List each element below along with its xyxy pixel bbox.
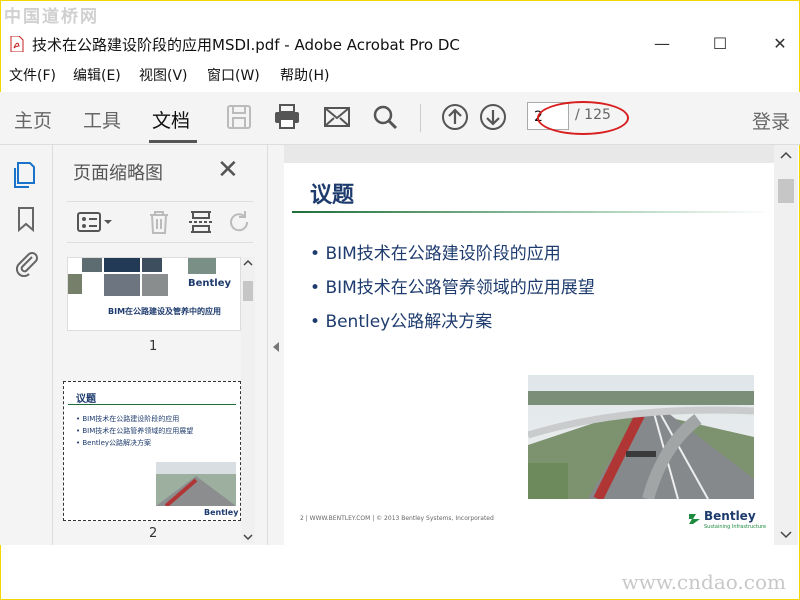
scroll-up-icon[interactable]	[243, 259, 253, 267]
tab-tools[interactable]: 工具	[83, 106, 121, 133]
thumbnail-panel: 页面缩略图 ✕ Bentley BIM在公路建设及管养中的应用 1 议题 • B…	[53, 145, 268, 545]
page-thumbnails-icon[interactable]	[12, 161, 40, 189]
document-scrollbar[interactable]	[774, 145, 798, 545]
highway-photo	[528, 375, 754, 499]
save-icon[interactable]	[224, 102, 254, 132]
bullet-item-3: • Bentley公路解决方案	[310, 312, 493, 332]
thumbnail-page-1-image	[68, 258, 240, 330]
tab-home[interactable]: 主页	[14, 106, 52, 133]
watermark-bottom: www.cndao.com	[621, 570, 786, 594]
menu-window[interactable]: 窗口(W)	[207, 65, 260, 85]
thumbnail-scroll-thumb[interactable]	[243, 281, 253, 301]
document-scroll-thumb[interactable]	[778, 179, 794, 203]
close-window-button[interactable]: ✕	[766, 32, 794, 56]
menu-bar: 文件(F) 编辑(E) 视图(V) 窗口(W) 帮助(H)	[0, 62, 800, 86]
bookmark-icon[interactable]	[12, 205, 40, 233]
scroll-down-icon[interactable]	[243, 533, 253, 541]
mail-icon[interactable]	[322, 102, 352, 132]
document-view: 议题 • BIM技术在公路建设阶段的应用 • BIM技术在公路管养领域的应用展望…	[284, 145, 774, 545]
login-button[interactable]: 登录	[752, 107, 790, 134]
menu-view[interactable]: 视图(V)	[139, 65, 188, 85]
window-title: 技术在公路建设阶段的应用MSDI.pdf - Adobe Acrobat Pro…	[32, 36, 460, 54]
menu-edit[interactable]: 编辑(E)	[73, 65, 121, 85]
search-icon[interactable]	[370, 102, 400, 132]
bentley-tagline: Sustaining Infrastructure	[704, 524, 767, 530]
page-down-icon[interactable]	[478, 102, 508, 132]
maximize-button[interactable]: ☐	[706, 32, 734, 56]
panel-collapse-handle[interactable]	[268, 145, 284, 545]
thumbnail-1-number: 1	[149, 339, 158, 354]
heading-rule	[292, 211, 772, 213]
rotate-page-icon[interactable]	[225, 208, 253, 236]
doc-scroll-down-icon[interactable]	[780, 531, 792, 539]
main-toolbar: 主页 工具 文档 2 / 125 登录	[0, 92, 800, 145]
thumbnail-2-heading: 议题	[76, 394, 96, 405]
thumbnail-options-icon[interactable]	[75, 208, 115, 236]
bentley-brand: Bentley	[704, 509, 756, 523]
attachment-icon[interactable]	[12, 249, 40, 277]
close-panel-button[interactable]: ✕	[217, 155, 239, 185]
document-page: 议题 • BIM技术在公路建设阶段的应用 • BIM技术在公路管养领域的应用展望…	[284, 163, 774, 545]
thumbnail-page-2[interactable]: 议题 • BIM技术在公路建设阶段的应用 • BIM技术在公路管养领域的应用展望…	[63, 381, 241, 521]
page-up-icon[interactable]	[440, 102, 470, 132]
toolbar-divider	[420, 104, 421, 132]
thumbnail-1-caption: BIM在公路建设及管养中的应用	[108, 307, 222, 316]
thumbnail-panel-title: 页面缩略图	[73, 163, 163, 184]
thumbnail-2-road-image	[156, 462, 236, 506]
collapse-arrow-icon[interactable]	[271, 341, 281, 353]
menu-help[interactable]: 帮助(H)	[280, 65, 329, 85]
watermark-top: 中国道桥网	[4, 7, 99, 27]
print-icon[interactable]	[272, 102, 302, 132]
page-count-highlight	[537, 101, 629, 135]
page-heading: 议题	[310, 183, 355, 208]
tab-document[interactable]: 文档	[152, 106, 190, 133]
navigation-rail	[0, 145, 53, 545]
bullet-item-2: • BIM技术在公路管养领域的应用展望	[310, 278, 595, 298]
thumbnail-2-bullet-3: • Bentley公路解决方案	[76, 439, 152, 447]
minimize-button[interactable]: —	[648, 32, 676, 56]
thumbnail-1-brand: Bentley	[188, 278, 232, 289]
thumbnail-2-bullet-1: • BIM技术在公路建设阶段的应用	[76, 415, 180, 423]
doc-scroll-up-icon[interactable]	[780, 151, 792, 159]
pdf-file-icon	[10, 36, 24, 52]
thumbnail-2-bullet-2: • BIM技术在公路管养领域的应用展望	[76, 427, 194, 435]
bullet-item-1: • BIM技术在公路建设阶段的应用	[310, 244, 561, 264]
delete-page-icon[interactable]	[145, 208, 173, 236]
menu-file[interactable]: 文件(F)	[9, 65, 56, 85]
thumbnail-2-number: 2	[149, 526, 158, 541]
extract-page-icon[interactable]	[187, 208, 215, 236]
active-tab-indicator	[149, 140, 197, 143]
bentley-logo-icon	[689, 514, 700, 524]
title-bar: 技术在公路建设阶段的应用MSDI.pdf - Adobe Acrobat Pro…	[0, 28, 800, 60]
thumbnail-2-brand: Bentley	[204, 508, 239, 517]
thumbnail-scrollbar[interactable]	[241, 257, 255, 543]
thumbnail-page-1[interactable]: Bentley BIM在公路建设及管养中的应用	[67, 257, 241, 331]
thumbnail-tools	[67, 201, 253, 243]
page-footer: 2 | WWW.BENTLEY.COM | © 2013 Bentley Sys…	[300, 515, 494, 522]
